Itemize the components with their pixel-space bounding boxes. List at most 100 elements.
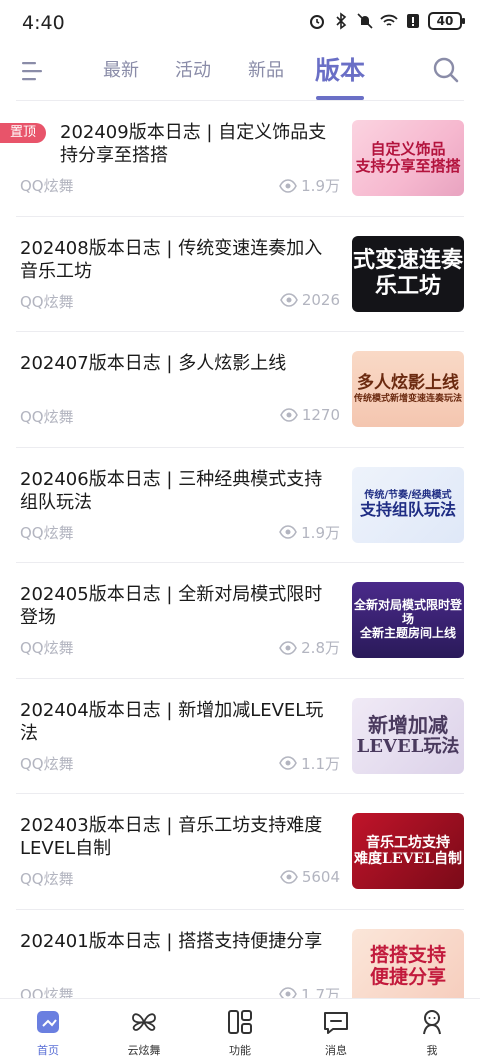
list-item[interactable]: 202404版本日志 | 新增加减LEVEL玩法 QQ炫舞 1.1万 新增加减 … xyxy=(16,679,464,794)
item-views: 1270 xyxy=(278,406,340,424)
thumbnail-text: 乐工坊 xyxy=(374,272,441,299)
item-source: QQ炫舞 xyxy=(20,754,74,773)
article-list: 置顶 202409版本日志 | 自定义饰品支持分享至搭搭 QQ炫舞 1.9万 自… xyxy=(0,101,480,1025)
nav-label: 云炫舞 xyxy=(127,1044,161,1057)
home-icon xyxy=(37,1011,59,1033)
search-icon[interactable] xyxy=(432,56,460,84)
thumbnail-text: 难度LEVEL自制 xyxy=(354,851,462,867)
butterfly-icon xyxy=(132,1013,156,1031)
nav-messages[interactable]: 消息 xyxy=(288,999,384,1058)
list-item[interactable]: 202403版本日志 | 音乐工坊支持难度LEVEL自制 QQ炫舞 5604 音… xyxy=(16,794,464,910)
thumbnail-text: LEVEL玩法 xyxy=(356,735,460,757)
views-count: 1270 xyxy=(301,406,340,424)
alarm-icon xyxy=(310,15,324,29)
eye-icon xyxy=(279,640,297,655)
nav-label: 功能 xyxy=(229,1044,251,1057)
item-source: QQ炫舞 xyxy=(20,408,74,426)
nav-label: 首页 xyxy=(37,1044,59,1057)
list-item[interactable]: 202406版本日志 | 三种经典模式支持组队玩法 QQ炫舞 1.9万 传统/节… xyxy=(16,448,464,563)
item-source: QQ炫舞 xyxy=(20,639,74,657)
pin-badge: 置顶 xyxy=(0,123,46,143)
views-count: 1.9万 xyxy=(301,523,340,542)
views-count: 1.9万 xyxy=(301,177,340,195)
item-views: 1.1万 xyxy=(278,753,340,774)
item-title[interactable]: 202401版本日志 | 搭搭支持便捷分享 xyxy=(20,930,340,953)
views-count: 2.8万 xyxy=(301,639,340,657)
item-title[interactable]: 202405版本日志 | 全新对局模式限时登场 xyxy=(20,583,340,629)
list-item[interactable]: 202407版本日志 | 多人炫影上线 QQ炫舞 1270 多人炫影上线 传统模… xyxy=(16,332,464,448)
item-title[interactable]: 202406版本日志 | 三种经典模式支持组队玩法 xyxy=(20,468,340,514)
list-item[interactable]: 202408版本日志 | 传统变速连奏加入音乐工坊 QQ炫舞 2026 式变速连… xyxy=(16,217,464,332)
thumbnail-text: 全新对局模式限时登场 xyxy=(353,598,462,627)
wifi-icon xyxy=(380,14,398,26)
status-time: 4:40 xyxy=(22,12,65,34)
tab-version[interactable]: 版本 xyxy=(315,51,365,87)
thumbnail-text: 传统模式新增变速连奏玩法 xyxy=(353,393,462,404)
eye-icon xyxy=(279,870,298,884)
nav-label: 我 xyxy=(426,1044,438,1057)
item-source: QQ炫舞 xyxy=(20,177,74,195)
item-views: 2.8万 xyxy=(278,637,340,658)
bottom-nav: 首页 云炫舞 功能 消息 我 xyxy=(0,998,480,1058)
nav-me[interactable]: 我 xyxy=(384,999,480,1058)
eye-icon xyxy=(279,178,297,193)
mute-icon xyxy=(357,13,373,29)
item-views: 1.9万 xyxy=(278,522,340,543)
nav-home[interactable]: 首页 xyxy=(0,999,96,1058)
tab-activity[interactable]: 活动 xyxy=(175,56,211,82)
nav-features[interactable]: 功能 xyxy=(192,999,288,1058)
item-thumbnail[interactable]: 自定义饰品 支持分享至搭搭 xyxy=(352,120,464,196)
thumbnail-text: 多人炫影上线 xyxy=(357,373,459,394)
item-thumbnail[interactable]: 新增加减 LEVEL玩法 xyxy=(352,697,464,774)
item-thumbnail[interactable]: 传统/节奏/经典模式 支持组队玩法 xyxy=(352,466,464,543)
menu-icon[interactable] xyxy=(20,58,46,84)
item-source: QQ炫舞 xyxy=(20,870,74,888)
views-count: 1.1万 xyxy=(301,754,340,773)
tab-latest[interactable]: 最新 xyxy=(103,56,139,82)
thumbnail-text: 支持分享至搭搭 xyxy=(355,157,461,175)
status-bar: 4:40 40 xyxy=(0,0,480,46)
user-icon xyxy=(423,1010,441,1035)
thumbnail-text: 全新主题房间上线 xyxy=(359,625,456,640)
nav-cloud-dance[interactable]: 云炫舞 xyxy=(96,999,192,1058)
eye-icon xyxy=(279,408,298,422)
alert-icon xyxy=(407,14,419,28)
battery-indicator: 40 xyxy=(428,12,465,30)
thumbnail-text: 便捷分享 xyxy=(369,965,446,988)
item-thumbnail[interactable]: 全新对局模式限时登场 全新主题房间上线 xyxy=(352,582,464,658)
views-count: 2026 xyxy=(301,290,340,309)
status-icons: 40 xyxy=(308,12,465,30)
thumbnail-text: 支持组队玩法 xyxy=(359,500,456,520)
item-title[interactable]: 202404版本日志 | 新增加减LEVEL玩法 xyxy=(20,699,340,745)
thumbnail-text: 自定义饰品 xyxy=(370,139,446,158)
top-nav: 最新 活动 新品 版本 xyxy=(0,46,480,102)
views-count: 5604 xyxy=(301,868,340,886)
eye-icon xyxy=(279,756,297,770)
item-title[interactable]: 202409版本日志 | 自定义饰品支持分享至搭搭 xyxy=(60,121,344,167)
thumbnail-text: 搭搭支持 xyxy=(369,943,446,966)
tab-new-products[interactable]: 新品 xyxy=(248,56,284,82)
nav-label: 消息 xyxy=(325,1044,347,1057)
item-views: 1.9万 xyxy=(278,175,340,196)
eye-icon xyxy=(279,525,297,539)
message-icon xyxy=(324,1012,348,1034)
item-title[interactable]: 202407版本日志 | 多人炫影上线 xyxy=(20,352,340,375)
item-thumbnail[interactable]: 搭搭支持 便捷分享 xyxy=(352,928,464,1005)
bluetooth-icon xyxy=(336,12,347,30)
thumbnail-text: 式变速连奏 xyxy=(352,247,463,274)
item-thumbnail[interactable]: 式变速连奏 乐工坊 xyxy=(352,235,464,312)
thumbnail-text: 新增加减 xyxy=(368,712,448,737)
item-thumbnail[interactable]: 音乐工坊支持 难度LEVEL自制 xyxy=(352,813,464,889)
item-title[interactable]: 202408版本日志 | 传统变速连奏加入音乐工坊 xyxy=(20,237,340,283)
grid-icon xyxy=(228,1010,252,1034)
item-views: 2026 xyxy=(278,291,340,309)
eye-icon xyxy=(279,292,298,307)
item-thumbnail[interactable]: 多人炫影上线 传统模式新增变速连奏玩法 xyxy=(352,351,464,427)
item-views: 5604 xyxy=(278,868,340,886)
item-source: QQ炫舞 xyxy=(20,523,74,542)
list-item[interactable]: 置顶 202409版本日志 | 自定义饰品支持分享至搭搭 QQ炫舞 1.9万 自… xyxy=(0,101,464,217)
list-item[interactable]: 202405版本日志 | 全新对局模式限时登场 QQ炫舞 2.8万 全新对局模式… xyxy=(16,563,464,679)
item-source: QQ炫舞 xyxy=(20,292,74,311)
item-title[interactable]: 202403版本日志 | 音乐工坊支持难度LEVEL自制 xyxy=(20,814,340,860)
thumbnail-text: 音乐工坊支持 xyxy=(366,834,450,851)
